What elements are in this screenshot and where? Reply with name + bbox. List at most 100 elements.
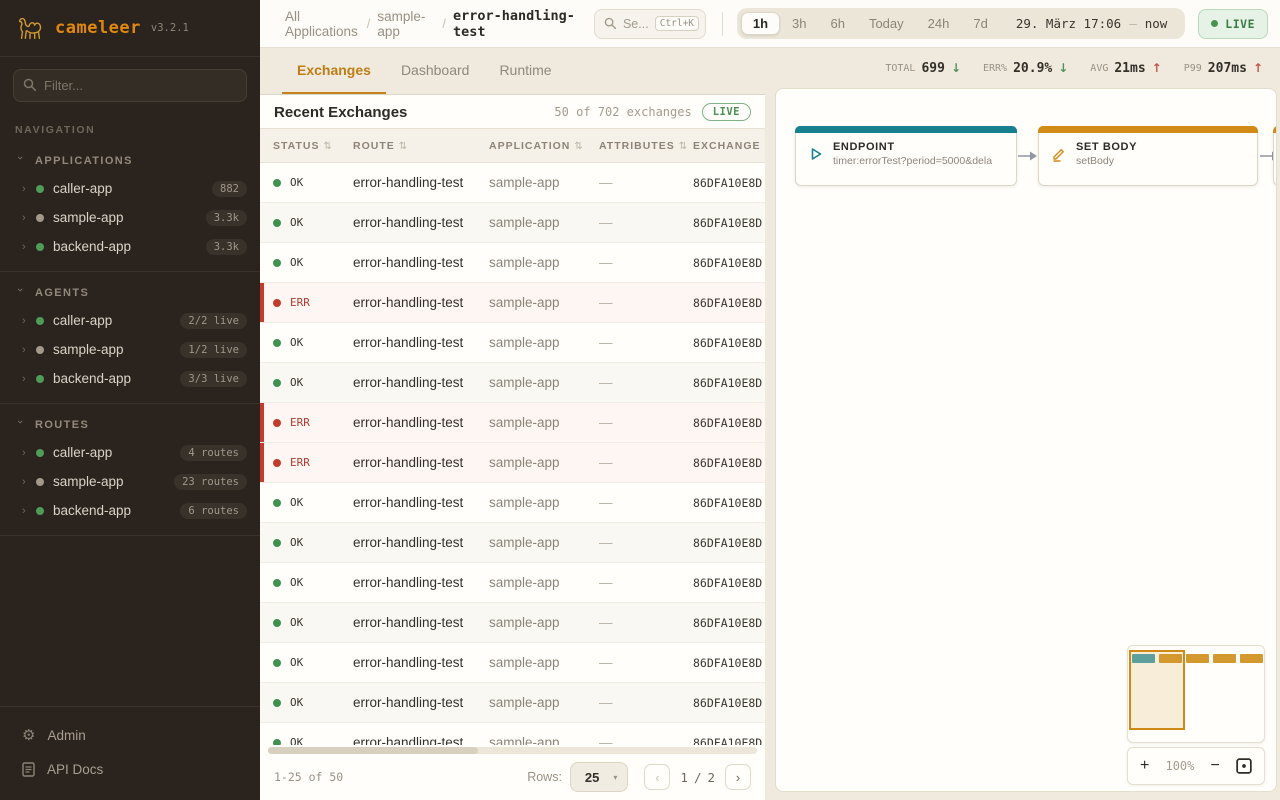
table-row[interactable]: OK error-handling-test sample-app — 86DF…	[260, 243, 765, 283]
flow-node-set-body[interactable]: SET BODY setBody	[1038, 126, 1258, 186]
zoom-out-button[interactable]: −	[1211, 758, 1220, 774]
exchanges-panel: Recent Exchanges 50 of 702 exchanges LIV…	[260, 95, 765, 800]
section-header-routes[interactable]: › ROUTES	[0, 412, 260, 438]
filter-input[interactable]	[13, 69, 247, 102]
sidebar-item-backend-app-agent[interactable]: › backend-app 3/3 live	[0, 364, 260, 393]
minimap-node	[1159, 654, 1182, 663]
column-exchange[interactable]: EXCHANGE	[693, 140, 765, 152]
route-cell: error-handling-test	[353, 375, 489, 390]
sidebar-item-caller-app-agent[interactable]: › caller-app 2/2 live	[0, 306, 260, 335]
sidebar-item-caller-app[interactable]: › caller-app 882	[0, 174, 260, 203]
breadcrumb-sample-app[interactable]: sample-app	[377, 9, 435, 39]
exchange-count: 50 of 702 exchanges	[554, 105, 691, 119]
sidebar-footer: ⚙ Admin API Docs	[0, 706, 260, 800]
tab-exchanges[interactable]: Exchanges	[282, 48, 386, 94]
app-version: v3.2.1	[151, 22, 189, 34]
chevron-right-icon: ›	[22, 241, 36, 253]
time-range-1h[interactable]: 1h	[741, 12, 780, 35]
table-row[interactable]: OK error-handling-test sample-app — 86DF…	[260, 563, 765, 603]
sidebar-item-api-docs[interactable]: API Docs	[0, 753, 260, 786]
flow-node-endpoint[interactable]: ENDPOINT timer:errorTest?period=5000&del…	[795, 126, 1017, 186]
live-toggle[interactable]: LIVE	[1198, 9, 1268, 39]
section-header-agents[interactable]: › AGENTS	[0, 280, 260, 306]
time-range-24h[interactable]: 24h	[916, 12, 962, 35]
fit-view-icon[interactable]	[1236, 758, 1252, 774]
table-row[interactable]: ERR error-handling-test sample-app — 86D…	[260, 443, 765, 483]
status-text: OK	[290, 256, 303, 269]
route-cell: error-handling-test	[353, 495, 489, 510]
flow-node-partial[interactable]	[1273, 126, 1277, 186]
sidebar-item-sample-app[interactable]: › sample-app 3.3k	[0, 203, 260, 232]
scrollbar-thumb[interactable]	[268, 747, 478, 754]
chevron-down-icon: ›	[14, 288, 26, 298]
attributes-cell: —	[599, 535, 693, 550]
route-cell: error-handling-test	[353, 735, 489, 745]
table-row[interactable]: OK error-handling-test sample-app — 86DF…	[260, 523, 765, 563]
sidebar-item-backend-app[interactable]: › backend-app 3.3k	[0, 232, 260, 261]
app-logo-row[interactable]: cameleer v3.2.1	[0, 0, 260, 57]
route-flow-canvas[interactable]: ENDPOINT timer:errorTest?period=5000&del…	[775, 88, 1277, 792]
chevron-right-icon: ›	[22, 183, 36, 195]
table-row[interactable]: OK error-handling-test sample-app — 86DF…	[260, 603, 765, 643]
stat-total: TOTAL699 ↓	[885, 61, 961, 76]
global-search[interactable]: Se... Ctrl+K	[594, 9, 706, 39]
column-status[interactable]: STATUS⇅	[273, 140, 353, 152]
column-application[interactable]: APPLICATION⇅	[489, 140, 599, 152]
attributes-cell: —	[599, 375, 693, 390]
table-row[interactable]: OK error-handling-test sample-app — 86DF…	[260, 683, 765, 723]
section-header-applications[interactable]: › APPLICATIONS	[0, 148, 260, 174]
rows-per-page-select[interactable]: 25 ▾	[570, 762, 628, 792]
sidebar-item-admin[interactable]: ⚙ Admin	[0, 717, 260, 753]
sidebar-item-caller-app-routes[interactable]: › caller-app 4 routes	[0, 438, 260, 467]
item-badge: 3/3 live	[180, 371, 247, 387]
status-dot	[273, 739, 281, 746]
column-attributes[interactable]: ATTRIBUTES⇅	[599, 140, 693, 152]
time-range-display[interactable]: 29. März 17:06 — now	[1000, 16, 1181, 31]
stat-err-rate: ERR%20.9% ↓	[983, 61, 1068, 76]
status-cell: OK	[273, 536, 353, 549]
prev-page-button[interactable]: ‹	[644, 764, 670, 790]
table-row[interactable]: OK error-handling-test sample-app — 86DF…	[260, 643, 765, 683]
table-row[interactable]: ERR error-handling-test sample-app — 86D…	[260, 403, 765, 443]
route-cell: error-handling-test	[353, 255, 489, 270]
table-row[interactable]: ERR error-handling-test sample-app — 86D…	[260, 283, 765, 323]
sidebar-item-sample-app-routes[interactable]: › sample-app 23 routes	[0, 467, 260, 496]
breadcrumb-all-applications[interactable]: All Applications	[285, 9, 360, 39]
time-range-today[interactable]: Today	[857, 12, 916, 35]
chevron-right-icon: ›	[22, 447, 36, 459]
trend-down-icon: ↓	[951, 61, 961, 75]
table-row[interactable]: OK error-handling-test sample-app — 86DF…	[260, 323, 765, 363]
time-range-6h[interactable]: 6h	[818, 12, 856, 35]
status-text: OK	[290, 656, 303, 669]
attributes-cell: —	[599, 415, 693, 430]
live-dot	[1211, 20, 1218, 27]
search-icon	[604, 17, 617, 30]
search-icon	[23, 78, 37, 92]
table-row[interactable]: OK error-handling-test sample-app — 86DF…	[260, 483, 765, 523]
time-range-7d[interactable]: 7d	[961, 12, 999, 35]
table-row[interactable]: OK error-handling-test sample-app — 86DF…	[260, 723, 765, 745]
tab-dashboard[interactable]: Dashboard	[386, 48, 485, 94]
horizontal-scrollbar[interactable]	[268, 747, 757, 754]
zoom-in-button[interactable]: +	[1140, 758, 1149, 774]
api-docs-label: API Docs	[47, 762, 103, 777]
tab-runtime[interactable]: Runtime	[484, 48, 566, 94]
table-row[interactable]: OK error-handling-test sample-app — 86DF…	[260, 163, 765, 203]
time-range-3h[interactable]: 3h	[780, 12, 818, 35]
item-badge: 882	[212, 181, 247, 197]
section-label: ROUTES	[35, 419, 89, 431]
content: Exchanges Dashboard Runtime Recent Excha…	[260, 48, 1280, 800]
route-cell: error-handling-test	[353, 695, 489, 710]
attributes-cell: —	[599, 295, 693, 310]
table-row[interactable]: OK error-handling-test sample-app — 86DF…	[260, 203, 765, 243]
status-text: OK	[290, 536, 303, 549]
column-route[interactable]: ROUTE⇅	[353, 140, 489, 152]
sidebar-item-backend-app-routes[interactable]: › backend-app 6 routes	[0, 496, 260, 525]
sidebar-item-sample-app-agent[interactable]: › sample-app 1/2 live	[0, 335, 260, 364]
next-page-button[interactable]: ›	[725, 764, 751, 790]
table-row[interactable]: OK error-handling-test sample-app — 86DF…	[260, 363, 765, 403]
exchange-id-cell: 86DFA10E8D	[693, 496, 765, 510]
status-cell: OK	[273, 256, 353, 269]
flow-minimap[interactable]	[1127, 645, 1265, 743]
sort-icon: ⇅	[323, 141, 332, 152]
